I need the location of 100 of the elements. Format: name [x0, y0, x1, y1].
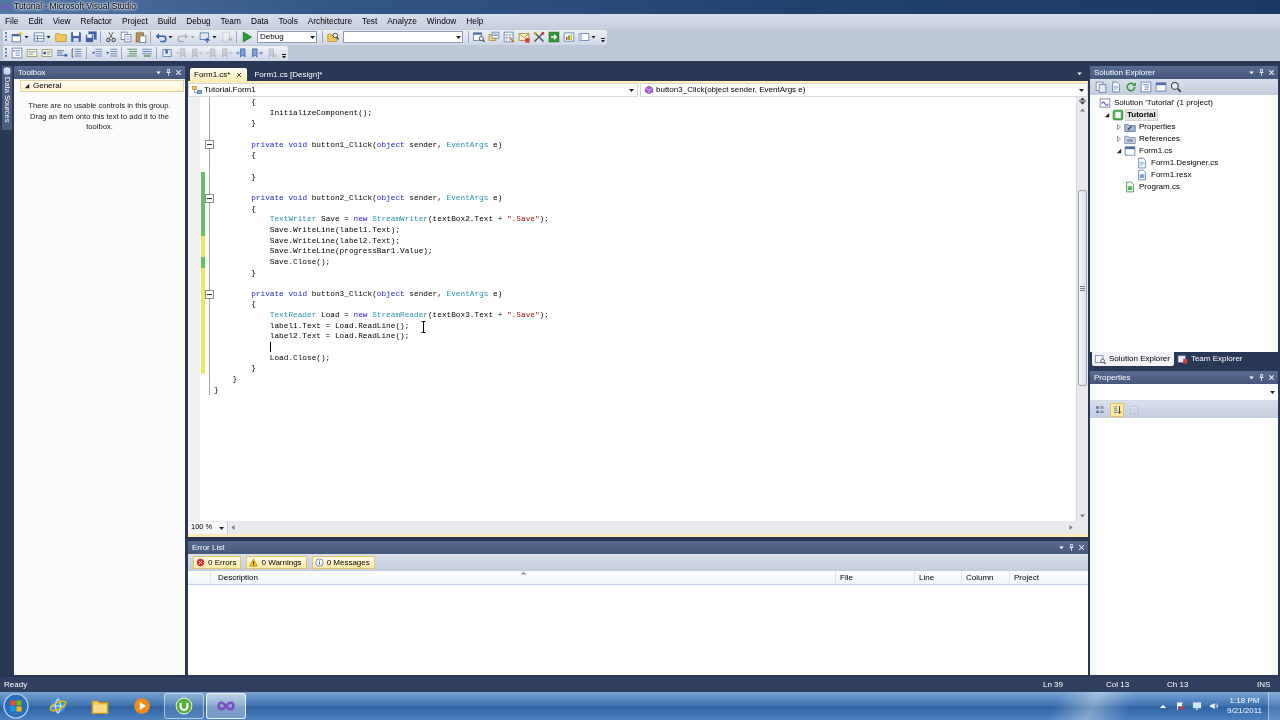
- taskbar-button[interactable]: [206, 693, 246, 719]
- save-all-icon[interactable]: [84, 31, 97, 43]
- collapse-icon[interactable]: [205, 140, 214, 150]
- globe-icon[interactable]: [49, 697, 67, 715]
- dropdown-caret-icon[interactable]: [154, 68, 163, 77]
- envelope-icon[interactable]: [517, 31, 530, 43]
- filter-button[interactable]: 0 Warnings: [246, 556, 307, 569]
- magnifier-icon[interactable]: [1170, 81, 1182, 93]
- tree-item[interactable]: Tutorial: [1125, 109, 1158, 121]
- column-header[interactable]: File: [835, 571, 914, 584]
- close-icon[interactable]: [235, 70, 244, 79]
- menu-item[interactable]: Help: [461, 16, 489, 27]
- tree-item[interactable]: Form1.Designer.cs: [1149, 157, 1221, 169]
- dropdown-caret-icon[interactable]: [1075, 69, 1084, 78]
- caret-icon[interactable]: [1078, 86, 1085, 94]
- taskbar-button[interactable]: [164, 693, 204, 719]
- dropdown[interactable]: Debug: [257, 31, 317, 43]
- caret-icon[interactable]: [628, 86, 635, 94]
- table-icon[interactable]: [32, 31, 45, 43]
- column-header[interactable]: Column: [961, 571, 1009, 584]
- menu-item[interactable]: Architecture: [302, 16, 358, 27]
- refresh-icon[interactable]: [1125, 81, 1137, 93]
- grid-pencil-icon[interactable]: [502, 31, 515, 43]
- collapse-icon[interactable]: [205, 193, 214, 203]
- cards-icon[interactable]: [487, 31, 500, 43]
- menu-item[interactable]: Edit: [23, 16, 48, 27]
- play-circle-icon[interactable]: [133, 697, 151, 715]
- close-icon[interactable]: [1267, 68, 1276, 77]
- document-icon[interactable]: [1110, 81, 1122, 93]
- flag-icon[interactable]: [1175, 701, 1185, 711]
- dropdown-caret-icon[interactable]: [1057, 543, 1066, 552]
- document-tab[interactable]: Form1.cs [Design]*: [250, 68, 327, 81]
- document-tab[interactable]: Form1.cs*: [190, 68, 248, 81]
- copy-icon[interactable]: [119, 31, 132, 43]
- splitter-handle-icon[interactable]: [1077, 97, 1088, 105]
- play-icon[interactable]: [240, 31, 253, 43]
- menu-item[interactable]: Project: [116, 16, 153, 27]
- triangle-icon[interactable]: [1103, 112, 1110, 118]
- bookmark-arrow-icon[interactable]: [250, 47, 263, 59]
- start-button[interactable]: [2, 692, 30, 720]
- pin-icon[interactable]: [1067, 543, 1076, 552]
- striped-lines-icon[interactable]: [140, 47, 153, 59]
- tree-item[interactable]: Program.cs: [1137, 181, 1182, 193]
- menu-item[interactable]: Tools: [273, 16, 303, 27]
- clipboard-icon[interactable]: [134, 31, 147, 43]
- filter-button[interactable]: 0 Messages: [311, 556, 375, 569]
- grip-icon[interactable]: [4, 47, 8, 59]
- bracket-list-icon[interactable]: [70, 47, 83, 59]
- menu-item[interactable]: Data: [245, 16, 274, 27]
- folder-search-icon[interactable]: [326, 31, 339, 43]
- pin-icon[interactable]: [164, 68, 173, 77]
- pages-icon[interactable]: [1095, 81, 1107, 93]
- panel-tab[interactable]: Team Explorer: [1173, 352, 1247, 366]
- tree-item[interactable]: References: [1137, 133, 1182, 145]
- tree-item[interactable]: Form1.cs: [1137, 145, 1175, 157]
- code-page-icon[interactable]: [1140, 81, 1152, 93]
- bookmark-arrow-icon[interactable]: [235, 47, 248, 59]
- bar-chart-icon[interactable]: [562, 31, 575, 43]
- menu-item[interactable]: File: [0, 16, 24, 27]
- arrow-square-icon[interactable]: [547, 31, 560, 43]
- indented-lines-icon[interactable]: [125, 47, 138, 59]
- panel-tab[interactable]: Solution Explorer: [1092, 352, 1174, 366]
- lines-dot-icon[interactable]: [55, 47, 68, 59]
- info-lines-icon[interactable]: [40, 47, 53, 59]
- scrollbar-thumb[interactable]: [1078, 190, 1087, 386]
- outdent-icon[interactable]: [90, 47, 103, 59]
- clock-date[interactable]: 9/21/2011: [1227, 706, 1262, 716]
- close-icon[interactable]: [1077, 543, 1086, 552]
- dropdown-caret-icon[interactable]: [1247, 68, 1256, 77]
- close-icon[interactable]: [174, 68, 183, 77]
- clock-time[interactable]: 1:18 PM: [1229, 696, 1260, 706]
- folder-icon[interactable]: [91, 697, 109, 715]
- grip-icon[interactable]: [4, 31, 8, 43]
- window-icon[interactable]: [1155, 81, 1167, 93]
- column-header[interactable]: Description: [210, 571, 835, 584]
- vertical-scrollbar[interactable]: [1076, 97, 1088, 521]
- save-icon[interactable]: [69, 31, 82, 43]
- menu-item[interactable]: View: [47, 16, 76, 27]
- undo-icon[interactable]: [154, 31, 167, 43]
- tree-item[interactable]: Form1.resx: [1149, 169, 1194, 181]
- pin-icon[interactable]: [1257, 373, 1266, 382]
- menu-item[interactable]: Team: [215, 16, 246, 27]
- column-header[interactable]: Line: [914, 571, 961, 584]
- scissors-icon[interactable]: [104, 31, 117, 43]
- window-search-icon[interactable]: [472, 31, 485, 43]
- monitor-icon[interactable]: [1192, 701, 1202, 711]
- triangle-icon[interactable]: [24, 83, 30, 89]
- menu-item[interactable]: Test: [357, 16, 383, 27]
- tree-item[interactable]: Properties: [1137, 121, 1178, 133]
- dropdown-caret-icon[interactable]: [1247, 373, 1256, 382]
- collapse-icon[interactable]: [205, 289, 214, 299]
- speaker-icon[interactable]: [1209, 701, 1219, 711]
- menu-item[interactable]: Refactor: [75, 16, 117, 27]
- close-icon[interactable]: [1267, 373, 1276, 382]
- show-desktop-button[interactable]: [1268, 692, 1280, 720]
- tree-item[interactable]: Solution 'Tutorial' (1 project): [1112, 97, 1215, 109]
- pin-icon[interactable]: [1257, 68, 1266, 77]
- menu-item[interactable]: Window: [421, 16, 462, 27]
- menu-item[interactable]: Debug: [181, 16, 216, 27]
- menu-item[interactable]: Analyze: [382, 16, 422, 27]
